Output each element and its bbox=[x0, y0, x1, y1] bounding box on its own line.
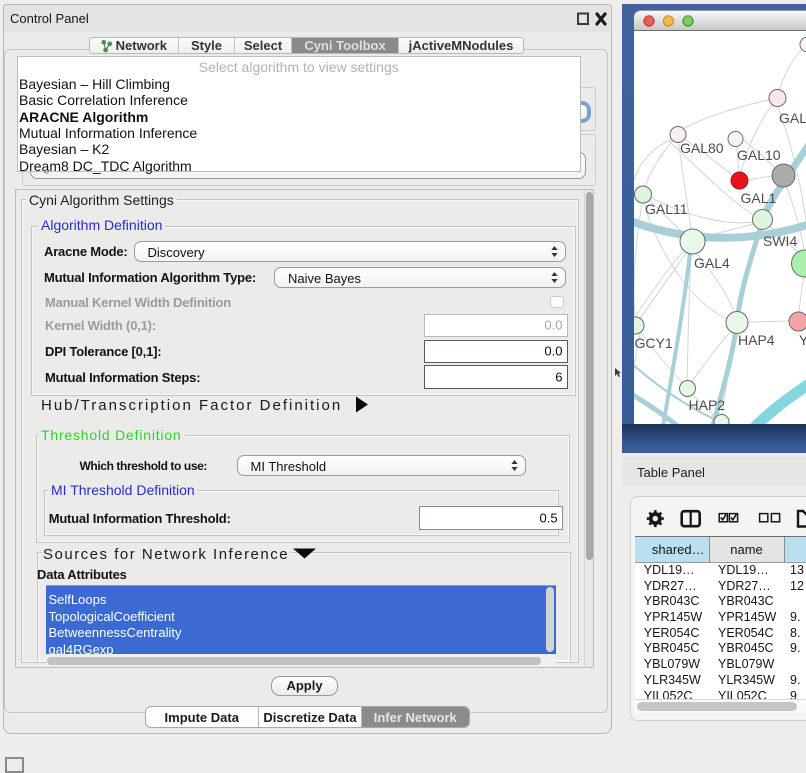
svg-text:Y: Y bbox=[799, 332, 806, 348]
svg-text:GCY1: GCY1 bbox=[635, 335, 673, 351]
svg-text:GAL80: GAL80 bbox=[680, 140, 724, 156]
svg-text:GAL11: GAL11 bbox=[645, 201, 688, 217]
svg-text:HAP2: HAP2 bbox=[689, 397, 726, 413]
svg-text:GAL10: GAL10 bbox=[737, 147, 781, 163]
svg-text:GAL4: GAL4 bbox=[694, 255, 730, 271]
svg-text:GAL7: GAL7 bbox=[779, 110, 806, 126]
svg-text:GAL1: GAL1 bbox=[741, 190, 777, 206]
svg-text:SWI4: SWI4 bbox=[763, 233, 797, 249]
svg-text:HAP4: HAP4 bbox=[738, 332, 775, 348]
